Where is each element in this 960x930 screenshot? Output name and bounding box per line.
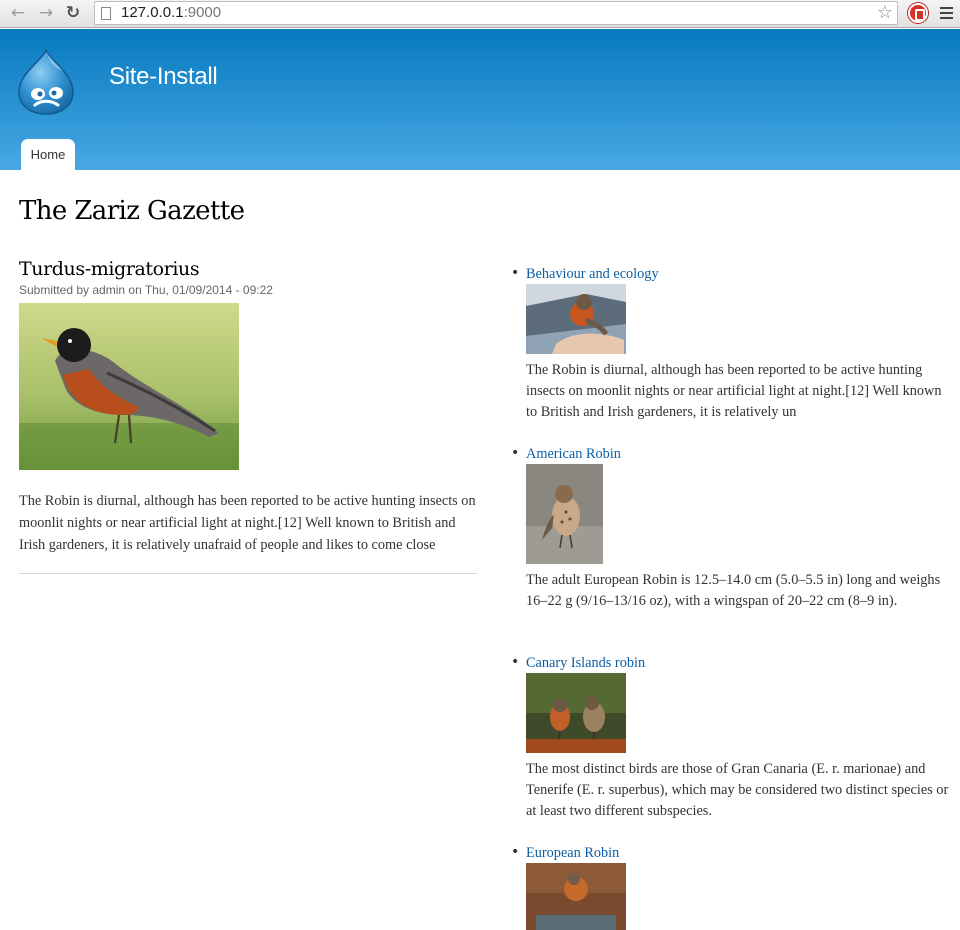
bullet: •	[511, 265, 520, 281]
list-item-text: The most distinct birds are those of Gra…	[526, 761, 949, 819]
list-item-link[interactable]: American Robin	[526, 444, 621, 464]
drupal-logo-icon[interactable]	[17, 49, 75, 115]
related-articles-list: • Behaviour and ecology The Robin is diu…	[511, 263, 951, 930]
behaviour-thumbnail-image	[526, 284, 626, 354]
article: Turdus-migratorius Submitted by admin on…	[19, 258, 477, 574]
list-item: • Behaviour and ecology The Robin is diu…	[511, 263, 951, 443]
list-item-text: The adult European Robin is 12.5–14.0 cm…	[526, 572, 941, 609]
list-item: • Canary Islands robin The most distinct…	[511, 652, 951, 842]
list-item-link[interactable]: European Robin	[526, 843, 619, 863]
site-header: Site-Install Home	[0, 29, 960, 170]
browser-toolbar: ← → ↻ 127.0.0.1:9000 ☆	[0, 0, 960, 28]
bullet: •	[511, 445, 520, 461]
european-robin-thumbnail-image	[526, 863, 626, 930]
american-robin-thumbnail-image	[526, 464, 603, 564]
american-robin-image	[19, 303, 239, 470]
canary-islands-robin-thumbnail-image	[526, 673, 626, 753]
back-arrow-icon[interactable]: ←	[8, 3, 28, 23]
bullet: •	[511, 654, 520, 670]
url-text[interactable]: 127.0.0.1:9000	[121, 4, 221, 22]
bookmark-star-icon[interactable]: ☆	[877, 2, 893, 24]
article-divider	[19, 573, 477, 574]
reload-icon[interactable]: ↻	[63, 3, 83, 23]
site-name-link[interactable]: Site-Install	[109, 63, 218, 91]
list-item-link[interactable]: Canary Islands robin	[526, 653, 645, 673]
list-item-link[interactable]: Behaviour and ecology	[526, 264, 659, 284]
article-meta: Submitted by admin on Thu, 01/09/2014 - …	[19, 283, 273, 297]
bullet: •	[511, 844, 520, 860]
address-bar[interactable]: 127.0.0.1:9000 ☆	[94, 1, 898, 25]
page-icon	[101, 7, 111, 20]
list-item: • European Robin	[511, 842, 951, 930]
tab-home[interactable]: Home	[21, 139, 75, 170]
forward-arrow-icon[interactable]: →	[36, 3, 56, 23]
article-title-link[interactable]: Turdus-migratorius	[19, 258, 477, 280]
article-body: The Robin is diurnal, although has been …	[19, 493, 476, 553]
adblock-extension-icon[interactable]	[908, 3, 928, 23]
list-item: • American Robin The adult European Robi…	[511, 443, 951, 652]
list-item-text: The Robin is diurnal, although has been …	[526, 362, 942, 420]
hamburger-menu-icon[interactable]	[940, 7, 953, 22]
page-title: The Zariz Gazette	[19, 196, 245, 226]
